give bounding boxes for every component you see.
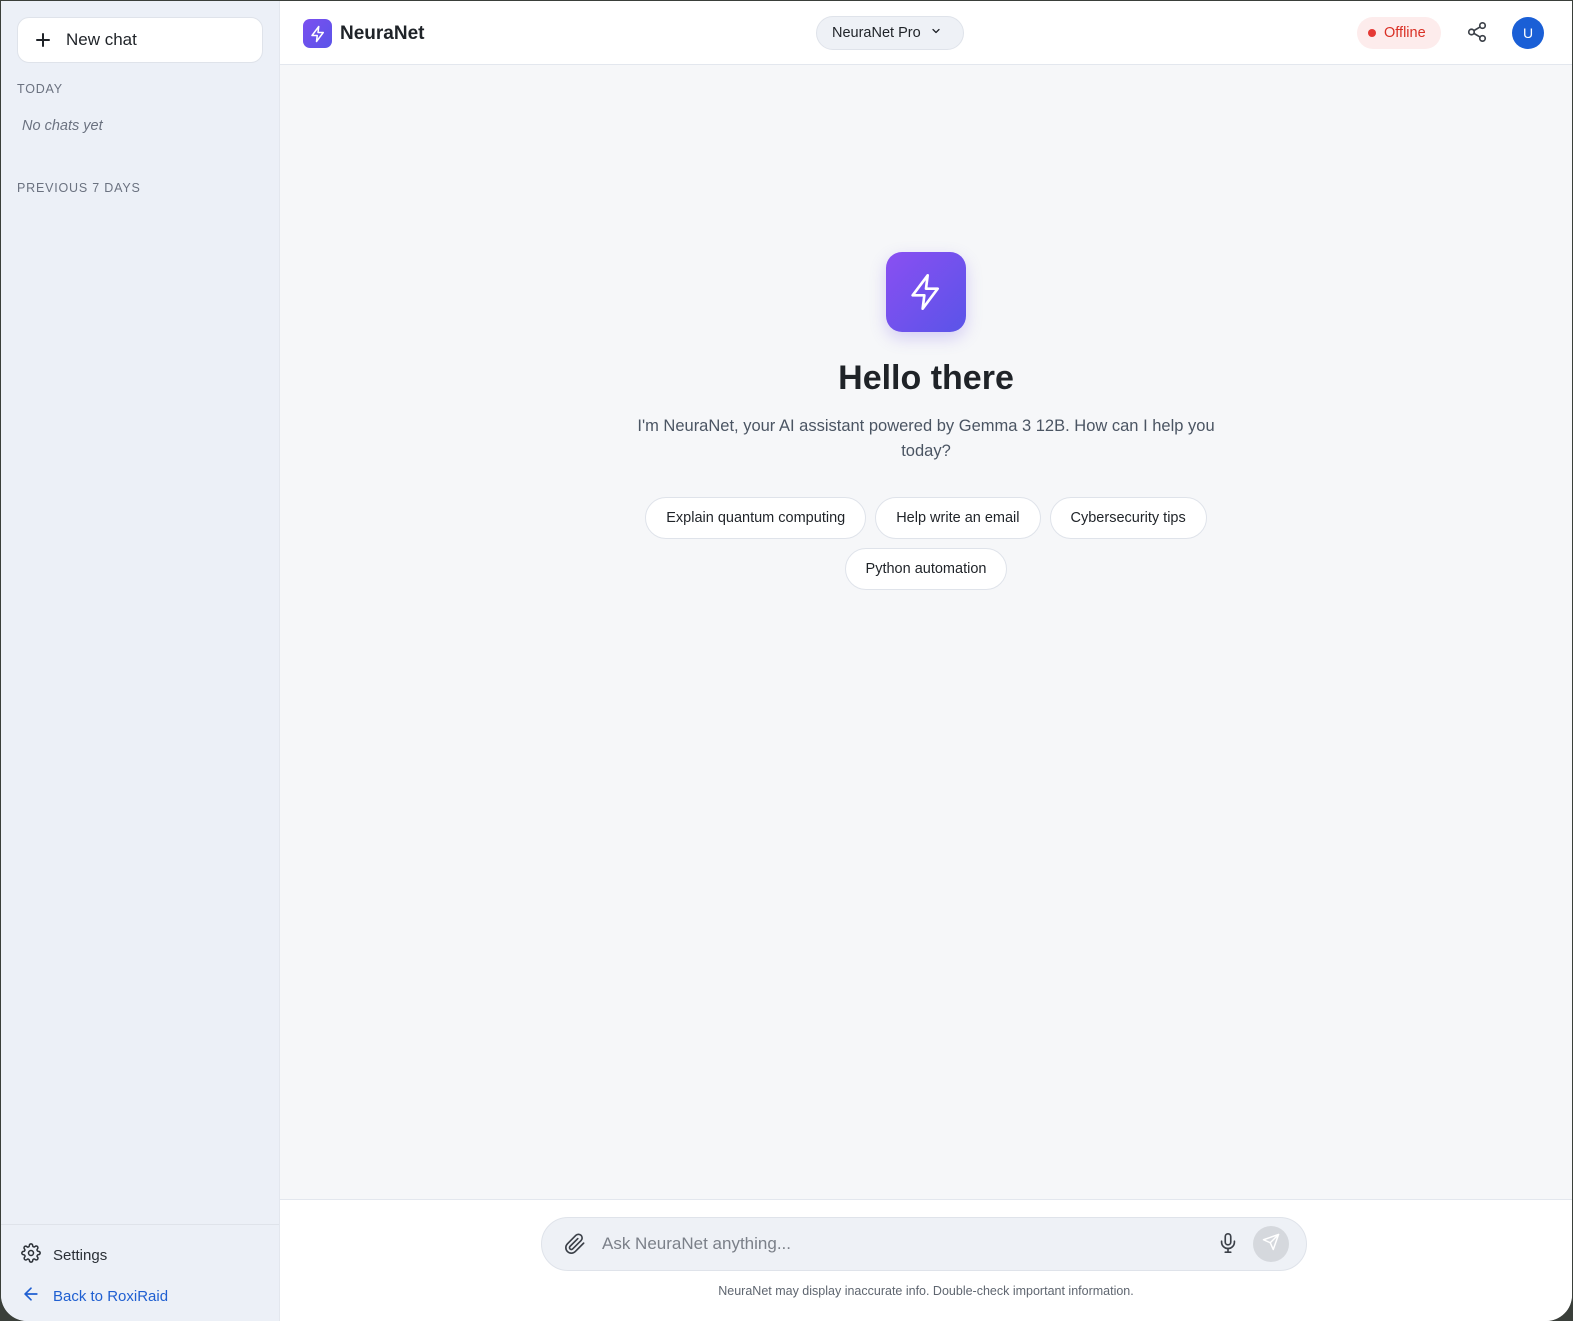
app-window: New chat TODAY No chats yet PREVIOUS 7 D… <box>1 1 1572 1321</box>
suggestion-chips: Explain quantum computing Help write an … <box>626 497 1226 590</box>
model-selector-label: NeuraNet Pro <box>832 25 921 41</box>
attach-button[interactable] <box>564 1233 588 1257</box>
chat-input[interactable] <box>602 1218 1202 1270</box>
gear-icon <box>21 1243 41 1268</box>
composer-area: NeuraNet may display inaccurate info. Do… <box>280 1199 1572 1321</box>
suggestion-chip[interactable]: Cybersecurity tips <box>1049 497 1207 539</box>
back-label: Back to RoxiRaid <box>53 1288 169 1305</box>
settings-label: Settings <box>53 1247 108 1264</box>
share-icon <box>1466 22 1488 47</box>
section-title-today: TODAY <box>17 82 63 96</box>
composer <box>541 1217 1307 1271</box>
new-chat-label: New chat <box>66 30 137 49</box>
sidebar-footer: Settings Back to RoxiRaid <box>1 1224 279 1321</box>
empty-chats-note: No chats yet <box>22 118 103 134</box>
microphone-button[interactable] <box>1217 1232 1241 1256</box>
send-icon <box>1262 1233 1280 1256</box>
section-title-previous-7-days: PREVIOUS 7 DAYS <box>17 181 141 195</box>
microphone-icon <box>1217 1233 1239 1258</box>
welcome-subtitle: I'm NeuraNet, your AI assistant powered … <box>637 417 1215 460</box>
settings-button[interactable]: Settings <box>21 1243 107 1268</box>
welcome-panel: Hello there I'm NeuraNet, your AI assist… <box>280 252 1572 590</box>
plus-icon <box>36 33 50 47</box>
brand: NeuraNet <box>303 19 424 48</box>
chevron-down-icon <box>930 24 942 42</box>
suggestion-chip[interactable]: Python automation <box>844 548 1008 590</box>
sidebar: New chat TODAY No chats yet PREVIOUS 7 D… <box>1 1 280 1321</box>
share-button[interactable] <box>1466 21 1490 45</box>
back-to-roxiraid-link[interactable]: Back to RoxiRaid <box>21 1284 168 1309</box>
user-avatar[interactable]: U <box>1512 17 1544 49</box>
suggestion-chip[interactable]: Explain quantum computing <box>645 497 867 539</box>
arrow-left-icon <box>21 1284 41 1309</box>
new-chat-button[interactable]: New chat <box>17 17 263 63</box>
lightning-bolt-icon <box>303 19 332 48</box>
paperclip-icon <box>564 1233 586 1259</box>
app-name: NeuraNet <box>340 22 425 44</box>
main-area: NeuraNet NeuraNet Pro Offline U Hello th… <box>280 1 1572 1321</box>
status-text: Offline <box>1384 25 1426 41</box>
status-badge: Offline <box>1357 17 1441 49</box>
disclaimer: NeuraNet may display inaccurate info. Do… <box>718 1284 1134 1298</box>
status-dot <box>1368 29 1376 37</box>
suggestion-chip[interactable]: Help write an email <box>875 497 1041 539</box>
top-bar: NeuraNet NeuraNet Pro Offline U <box>280 1 1572 65</box>
lightning-bolt-icon <box>886 252 966 332</box>
welcome-title: Hello there <box>838 359 1014 397</box>
send-button[interactable] <box>1253 1226 1289 1262</box>
model-selector[interactable]: NeuraNet Pro <box>816 16 964 50</box>
